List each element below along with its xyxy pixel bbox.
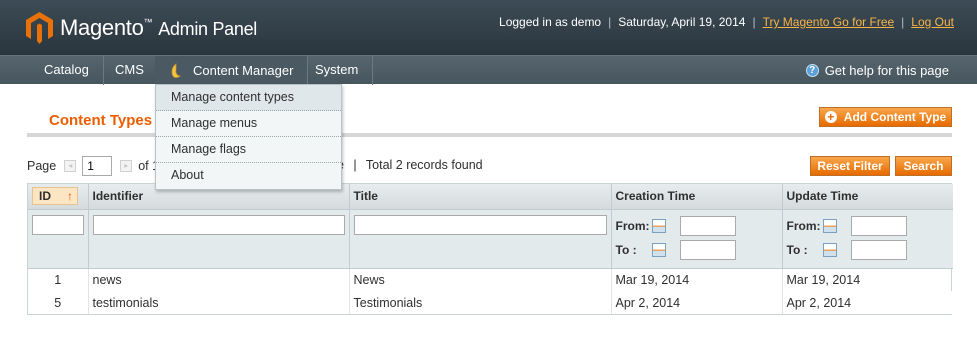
page-label: Page	[27, 159, 57, 173]
add-button-label: Add Content Type	[843, 110, 947, 124]
plus-icon: +	[824, 111, 837, 123]
column-header-id[interactable]: ID ↑	[28, 184, 89, 210]
nav-item-content-manager[interactable]: Content Manager	[155, 56, 309, 85]
help-label: Get help for this page	[824, 62, 949, 78]
add-content-type-button[interactable]: + Add Content Type	[819, 107, 952, 127]
to-label: To :	[786, 242, 808, 257]
menu-item-manage-content-types[interactable]: Manage content types	[156, 85, 341, 111]
to-label: To :	[615, 242, 637, 257]
pager-summary: ge | Total 2 records found	[330, 158, 483, 172]
search-button[interactable]: Search	[895, 156, 952, 176]
cell-update-time: Mar 19, 2014	[786, 272, 861, 287]
from-label: From:	[786, 218, 821, 233]
separator: |	[901, 15, 905, 29]
menu-item-manage-menus[interactable]: Manage menus	[156, 111, 341, 137]
creation-to-row: To :	[616, 239, 778, 261]
filter-cell-id	[28, 209, 89, 269]
logged-in-text: Logged in as demo	[499, 15, 602, 29]
column-header-update-time[interactable]: Update Time	[782, 184, 953, 210]
id-sort-header[interactable]: ID ↑	[32, 187, 78, 206]
cell-id: 1	[28, 268, 89, 291]
table-row[interactable]: 5 testimonials Testimonials Apr 2, 2014 …	[28, 291, 953, 314]
content-manager-icon	[171, 62, 181, 78]
column-label-id: ID	[39, 189, 51, 204]
menu-item-about[interactable]: About	[156, 163, 341, 189]
nav-item-system[interactable]: System	[301, 56, 374, 85]
reset-filter-button[interactable]: Reset Filter	[810, 156, 890, 176]
filter-cell-update-time: From: To :	[782, 209, 953, 269]
update-from-input[interactable]	[850, 215, 907, 236]
separator: |	[752, 15, 756, 29]
separator: |	[353, 158, 357, 172]
update-from-row: From:	[787, 215, 950, 237]
help-icon: ?	[805, 64, 819, 77]
magento-logo-icon	[26, 12, 53, 44]
column-header-creation-time[interactable]: Creation Time	[611, 184, 783, 210]
trademark: ™	[143, 17, 153, 27]
next-page-icon[interactable]: ▸	[120, 160, 133, 172]
cell-title: Testimonials	[349, 291, 612, 314]
nav-item-catalog[interactable]: Catalog	[30, 56, 104, 85]
page-title: Content Types	[49, 112, 153, 129]
total-records: Total 2 records found	[365, 158, 483, 172]
content-manager-dropdown: Manage content types Manage menus Manage…	[155, 84, 342, 190]
filter-cell-title	[349, 209, 612, 269]
creation-from-input[interactable]	[679, 215, 736, 236]
creation-from-row: From:	[616, 215, 778, 237]
header-user-info: Logged in as demo | Saturday, April 19, …	[499, 15, 954, 29]
separator: |	[608, 15, 612, 29]
cell-update-time: Apr 2, 2014	[782, 291, 953, 314]
table-row[interactable]: 1 news News Mar 19, 2014 Mar 19, 2014	[28, 268, 953, 291]
update-to-input[interactable]	[850, 239, 907, 260]
update-to-row: To :	[787, 239, 950, 261]
try-magento-go-link[interactable]: Try Magento Go for Free	[763, 15, 895, 29]
prev-page-icon[interactable]: ◂	[64, 160, 77, 172]
page-number-input[interactable]	[82, 156, 113, 176]
sort-ascending-icon: ↑	[67, 189, 73, 204]
filter-title-input[interactable]	[353, 214, 607, 235]
filter-id-input[interactable]	[32, 214, 84, 235]
calendar-icon[interactable]	[651, 242, 666, 257]
app-title: Magento™ Admin Panel	[60, 15, 257, 41]
calendar-icon[interactable]	[651, 218, 666, 233]
help-link[interactable]: ? Get help for this page	[805, 56, 949, 85]
calendar-icon[interactable]	[822, 242, 837, 257]
nav-item-label: Content Manager	[193, 62, 294, 78]
cell-id: 5	[28, 291, 89, 314]
log-out-link[interactable]: Log Out	[911, 15, 954, 29]
calendar-icon[interactable]	[822, 218, 837, 233]
cell-title: News	[349, 268, 612, 291]
cell-identifier: news	[88, 268, 350, 291]
app-subtitle: Admin Panel	[158, 19, 257, 39]
app-name: Magento	[60, 15, 144, 40]
header-bar: Magento™ Admin Panel Logged in as demo | …	[0, 0, 977, 55]
filter-cell-creation-time: From: To :	[611, 209, 783, 269]
nav-item-cms[interactable]: CMS	[101, 56, 159, 85]
filter-identifier-input[interactable]	[92, 214, 345, 235]
content-types-grid: ID ↑ Identifier Title Creation Time Upda…	[27, 183, 953, 315]
pager: Page ◂ ▸ of 1	[27, 156, 159, 176]
creation-to-input[interactable]	[679, 239, 736, 260]
cell-creation-time: Apr 2, 2014	[611, 291, 783, 314]
current-date: Saturday, April 19, 2014	[618, 15, 746, 29]
column-header-title[interactable]: Title	[349, 184, 612, 210]
filter-cell-identifier	[88, 209, 350, 269]
magento-logo[interactable]: Magento™ Admin Panel	[26, 12, 257, 44]
menu-item-manage-flags[interactable]: Manage flags	[156, 137, 341, 163]
filter-row: From: To : From: To:	[28, 209, 953, 269]
cell-identifier: testimonials	[88, 291, 350, 314]
main-nav: Catalog CMS Content Manager System ? Get…	[0, 55, 977, 85]
from-label: From:	[615, 218, 650, 233]
cell-creation-time: Mar 19, 2014	[611, 268, 783, 291]
